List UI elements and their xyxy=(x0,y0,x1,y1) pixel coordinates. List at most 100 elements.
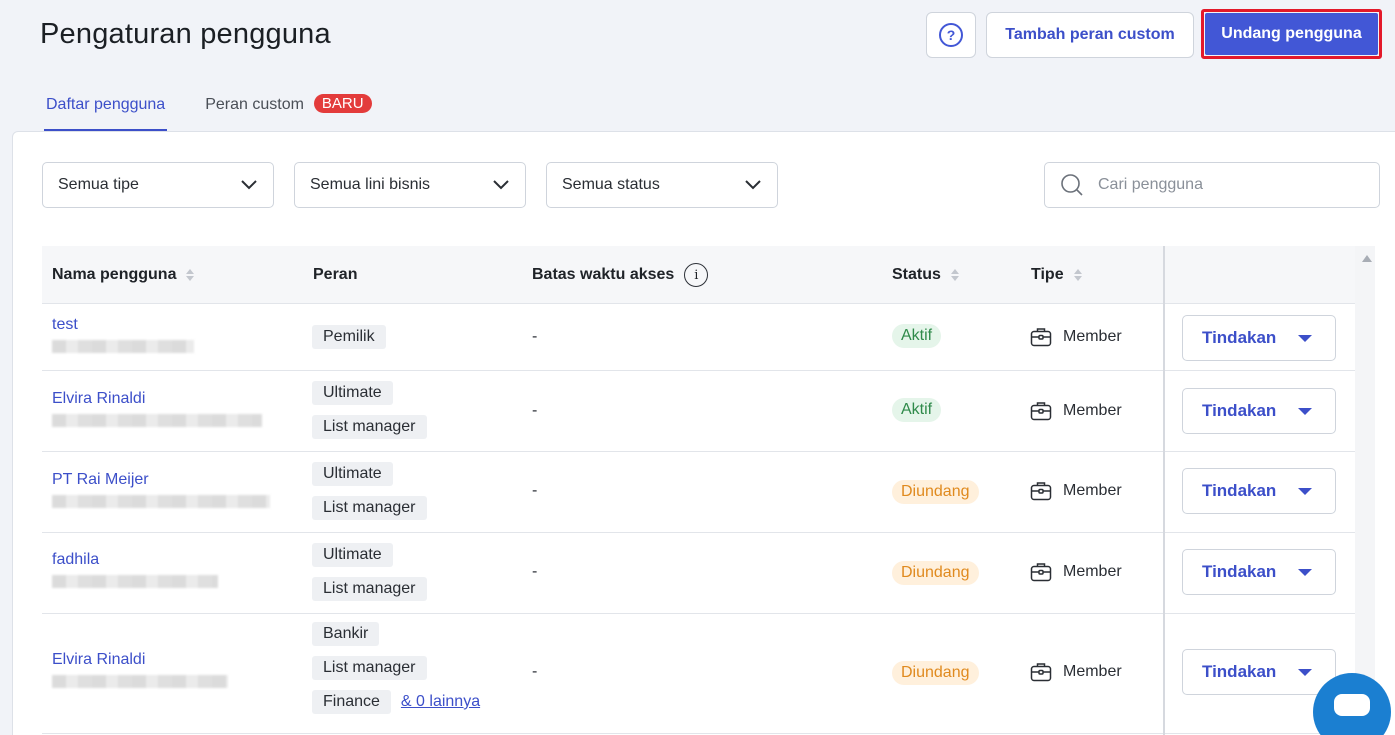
redacted-email xyxy=(52,340,194,353)
briefcase-icon xyxy=(1030,328,1052,347)
tab-bar: Daftar pengguna Peran custom BARU xyxy=(44,92,410,132)
action-dropdown-button[interactable]: Tindakan xyxy=(1182,315,1336,361)
role-cell: Pemilik xyxy=(312,325,386,349)
status-filter-dropdown[interactable]: Semua status xyxy=(546,162,778,208)
column-header-role: Peran xyxy=(313,246,357,304)
action-label: Tindakan xyxy=(1202,481,1277,500)
type-filter-dropdown[interactable]: Semua tipe xyxy=(42,162,274,208)
sort-icon[interactable] xyxy=(186,269,195,281)
user-cell: fadhila xyxy=(52,551,218,588)
type-label: Member xyxy=(1063,663,1122,680)
type-label: Member xyxy=(1063,402,1122,419)
info-icon[interactable]: i xyxy=(684,263,709,287)
column-name-label: Nama pengguna xyxy=(52,266,177,283)
role-chip: List manager xyxy=(312,496,427,520)
action-label: Tindakan xyxy=(1202,401,1277,420)
caret-down-icon xyxy=(1298,487,1313,495)
tab-user-list[interactable]: Daftar pengguna xyxy=(44,92,168,132)
action-dropdown-button[interactable]: Tindakan xyxy=(1182,649,1336,695)
role-cell: Ultimate List manager xyxy=(312,381,427,439)
table-row: Elvira Rinaldi Bankir List manager Finan… xyxy=(42,614,1355,734)
type-cell: Member xyxy=(1030,561,1122,583)
tab-custom-role-label: Peran custom xyxy=(205,96,304,113)
action-dropdown-button[interactable]: Tindakan xyxy=(1182,388,1336,434)
sort-icon[interactable] xyxy=(950,269,959,281)
page-title: Pengaturan pengguna xyxy=(40,18,331,50)
caret-down-icon xyxy=(1298,334,1313,342)
briefcase-icon xyxy=(1030,563,1052,582)
action-label: Tindakan xyxy=(1202,328,1277,347)
type-cell: Member xyxy=(1030,480,1122,502)
column-type-label: Tipe xyxy=(1031,266,1064,283)
sticky-column-divider xyxy=(1163,246,1165,735)
action-dropdown-button[interactable]: Tindakan xyxy=(1182,468,1336,514)
more-roles-link[interactable]: & 0 lainnya xyxy=(401,693,480,710)
role-chip: Ultimate xyxy=(312,543,393,567)
role-chip: Finance xyxy=(312,690,391,714)
redacted-email xyxy=(52,414,262,427)
access-limit-value: - xyxy=(532,663,538,680)
redacted-email xyxy=(52,675,228,688)
role-chip: Ultimate xyxy=(312,381,393,405)
column-header-access: Batas waktu akses i xyxy=(532,246,709,304)
user-name-link[interactable]: PT Rai Meijer xyxy=(52,471,270,489)
caret-down-icon xyxy=(1298,407,1313,415)
table-row: test Pemilik - Aktif Member Tindakan xyxy=(42,304,1355,371)
search-input[interactable] xyxy=(1098,176,1358,194)
action-dropdown-button[interactable]: Tindakan xyxy=(1182,549,1336,595)
role-chip: List manager xyxy=(312,656,427,680)
action-label: Tindakan xyxy=(1202,562,1277,581)
briefcase-icon xyxy=(1030,663,1052,682)
type-label: Member xyxy=(1063,328,1122,345)
redacted-email xyxy=(52,495,270,508)
business-line-filter-dropdown[interactable]: Semua lini bisnis xyxy=(294,162,526,208)
role-cell: Ultimate List manager xyxy=(312,462,427,520)
role-cell: Bankir List manager Finance & 0 lainnya xyxy=(312,622,480,714)
vertical-scrollbar[interactable] xyxy=(1355,246,1375,735)
type-cell: Member xyxy=(1030,661,1122,683)
user-name-link[interactable]: fadhila xyxy=(52,551,218,569)
type-label: Member xyxy=(1063,563,1122,580)
role-cell: Ultimate List manager xyxy=(312,543,427,601)
status-badge: Diundang xyxy=(892,480,979,504)
column-status-label: Status xyxy=(892,266,941,283)
search-box[interactable] xyxy=(1044,162,1380,208)
column-header-type[interactable]: Tipe xyxy=(1031,246,1082,304)
scroll-up-arrow-icon[interactable] xyxy=(1362,255,1372,262)
help-button[interactable]: ? xyxy=(926,12,976,58)
role-chip: Bankir xyxy=(312,622,380,646)
type-filter-value: Semua tipe xyxy=(58,176,139,193)
type-label: Member xyxy=(1063,482,1122,499)
column-header-status[interactable]: Status xyxy=(892,246,959,304)
user-name-link[interactable]: Elvira Rinaldi xyxy=(52,390,262,408)
invite-user-highlight: Undang pengguna xyxy=(1201,9,1382,59)
table-row: fadhila Ultimate List manager - Diundang… xyxy=(42,533,1355,614)
chevron-down-icon xyxy=(493,180,509,190)
briefcase-icon xyxy=(1030,402,1052,421)
user-cell: Elvira Rinaldi xyxy=(52,651,228,688)
role-chip: Ultimate xyxy=(312,462,393,486)
status-filter-value: Semua status xyxy=(562,176,660,193)
redacted-email xyxy=(52,575,218,588)
action-label: Tindakan xyxy=(1202,662,1277,681)
help-icon: ? xyxy=(939,23,963,47)
status-badge: Aktif xyxy=(892,398,942,422)
chevron-down-icon xyxy=(241,180,257,190)
user-cell: Elvira Rinaldi xyxy=(52,390,262,427)
user-name-link[interactable]: Elvira Rinaldi xyxy=(52,651,228,669)
business-line-filter-value: Semua lini bisnis xyxy=(310,176,431,193)
user-cell: PT Rai Meijer xyxy=(52,471,270,508)
sort-icon[interactable] xyxy=(1073,269,1082,281)
table-row: PT Rai Meijer Ultimate List manager - Di… xyxy=(42,452,1355,533)
column-header-name[interactable]: Nama pengguna xyxy=(52,246,195,304)
user-name-link[interactable]: test xyxy=(52,316,194,334)
tab-custom-role[interactable]: Peran custom BARU xyxy=(203,92,373,132)
caret-down-icon xyxy=(1298,668,1313,676)
invite-user-button[interactable]: Undang pengguna xyxy=(1205,13,1378,55)
add-custom-role-button[interactable]: Tambah peran custom xyxy=(986,12,1194,58)
briefcase-icon xyxy=(1030,482,1052,501)
access-limit-value: - xyxy=(532,402,538,419)
status-badge: Diundang xyxy=(892,561,979,585)
column-role-label: Peran xyxy=(313,266,358,283)
role-chip: List manager xyxy=(312,577,427,601)
